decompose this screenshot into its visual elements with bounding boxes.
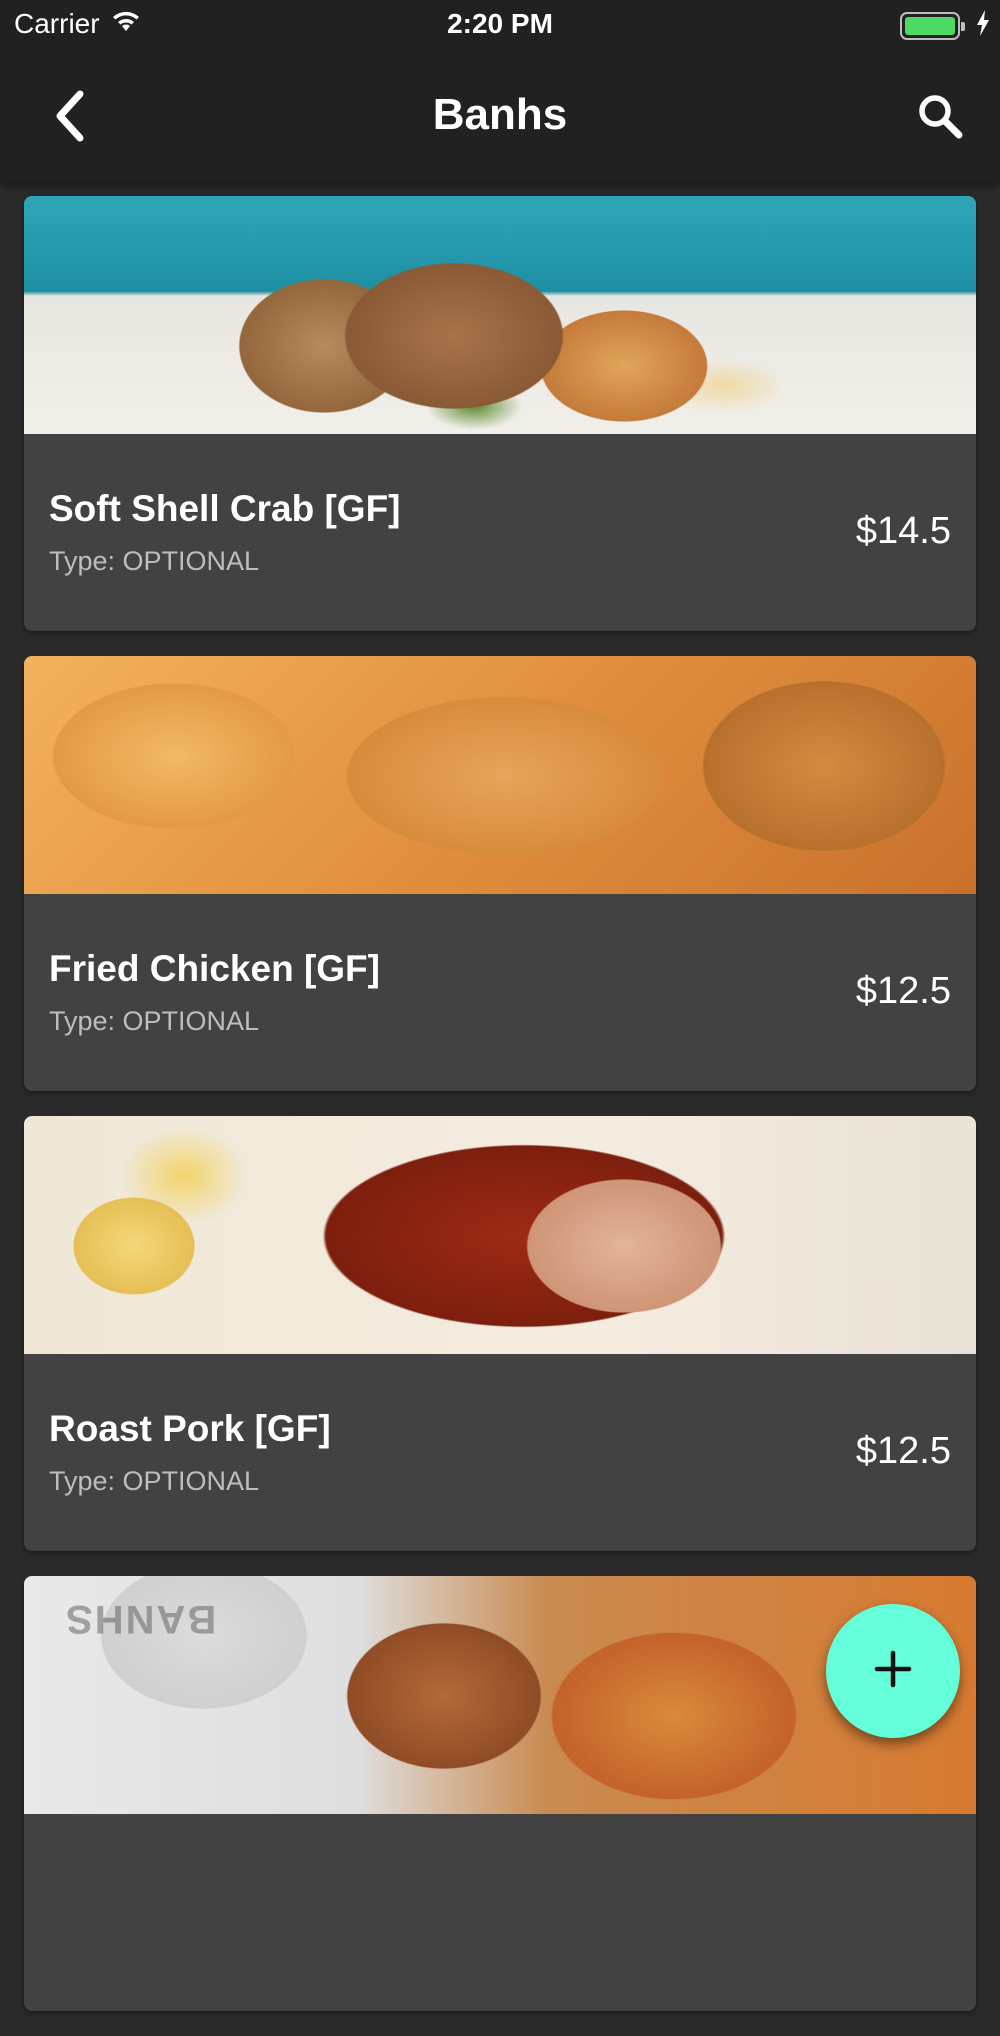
search-button[interactable] bbox=[910, 88, 970, 148]
plus-icon bbox=[873, 1649, 913, 1694]
roast-pork-photo bbox=[24, 1116, 976, 1354]
status-right bbox=[900, 10, 990, 41]
page-title: Banhs bbox=[432, 90, 568, 139]
item-price: $12.5 bbox=[855, 1430, 951, 1472]
menu-item-card[interactable]: Roast Pork [GF] Type: OPTIONAL $12.5 bbox=[24, 1116, 976, 1551]
battery-level bbox=[905, 16, 955, 35]
card-body: Roast Pork [GF] Type: OPTIONAL $12.5 bbox=[24, 1354, 976, 1551]
add-button[interactable] bbox=[826, 1604, 960, 1738]
menu-item-list: Soft Shell Crab [GF] Type: OPTIONAL $14.… bbox=[24, 196, 976, 2036]
item-type: Type: OPTIONAL bbox=[49, 1006, 260, 1036]
card-body: Fried Chicken [GF] Type: OPTIONAL $12.5 bbox=[24, 894, 976, 1091]
item-price: $12.5 bbox=[855, 970, 951, 1012]
item-type: Type: OPTIONAL bbox=[49, 546, 260, 576]
banhs-wrapper-print: BANHS bbox=[64, 1597, 217, 1641]
item-type: Type: OPTIONAL bbox=[49, 1466, 260, 1496]
soft-shell-crab-photo bbox=[24, 196, 976, 434]
card-body: Soft Shell Crab [GF] Type: OPTIONAL $14.… bbox=[24, 434, 976, 631]
search-icon bbox=[916, 92, 964, 145]
fried-chicken-photo bbox=[24, 656, 976, 894]
item-name: Roast Pork [GF] bbox=[49, 1408, 331, 1449]
status-time: 2:20 PM bbox=[447, 8, 553, 39]
charging-bolt-icon bbox=[976, 10, 990, 41]
item-name: Soft Shell Crab [GF] bbox=[49, 488, 401, 529]
item-name: Fried Chicken [GF] bbox=[49, 948, 380, 989]
item-price: $14.5 bbox=[855, 510, 951, 552]
battery-icon bbox=[900, 11, 965, 40]
status-bar: Carrier 2:20 PM bbox=[0, 0, 1000, 52]
app-bar: Banhs bbox=[0, 52, 1000, 182]
menu-item-card[interactable]: Soft Shell Crab [GF] Type: OPTIONAL $14.… bbox=[24, 196, 976, 631]
menu-item-card[interactable]: Fried Chicken [GF] Type: OPTIONAL $12.5 bbox=[24, 656, 976, 1091]
